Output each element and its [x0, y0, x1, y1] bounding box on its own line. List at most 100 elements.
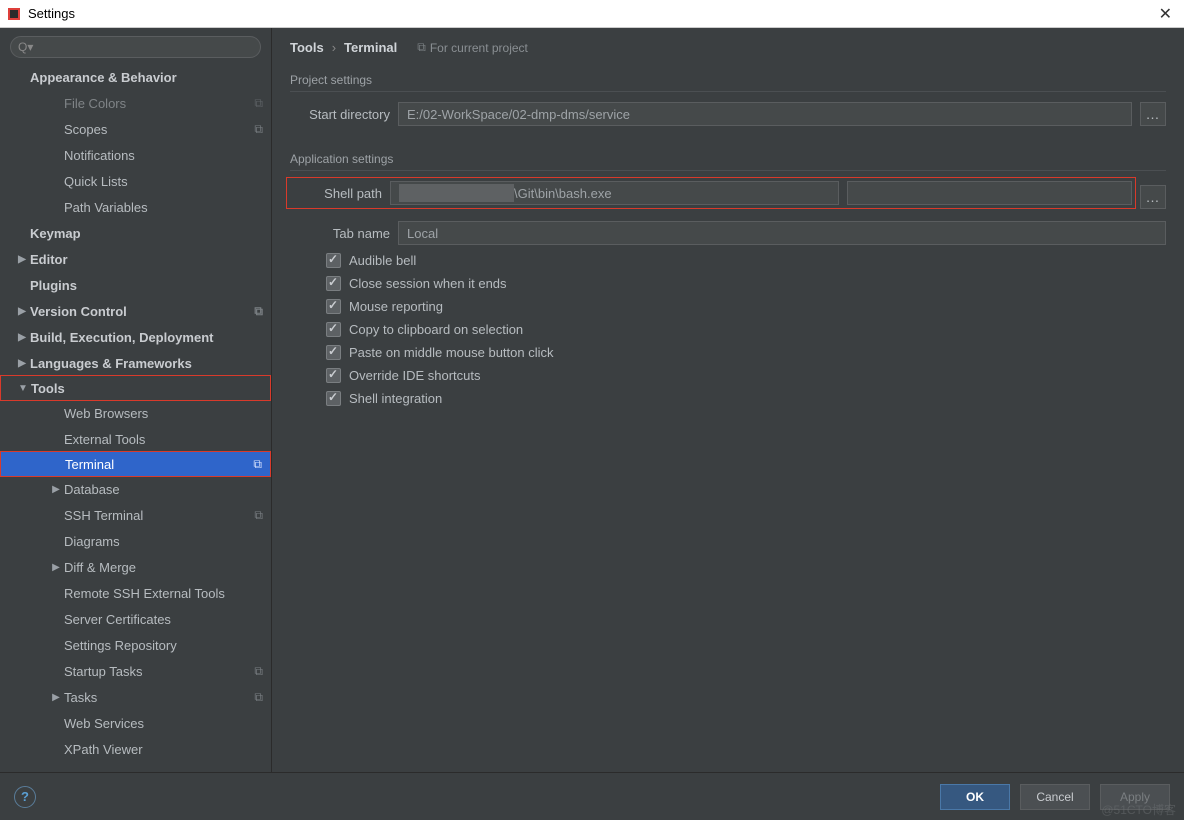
- sidebar-item-settings-repository[interactable]: Settings Repository: [0, 632, 271, 658]
- sidebar-item-plugins[interactable]: Plugins: [0, 272, 271, 298]
- tree-arrow-icon: ▶: [16, 254, 28, 265]
- shell-path-input-tail[interactable]: [847, 181, 1132, 205]
- sidebar-item-terminal[interactable]: Terminal⧉: [0, 451, 271, 477]
- sidebar-item-ssh-terminal[interactable]: SSH Terminal⧉: [0, 502, 271, 528]
- checkbox-label: Audible bell: [349, 253, 416, 268]
- sidebar-item-file-colors[interactable]: File Colors⧉: [0, 90, 271, 116]
- search-icon: Q▾: [18, 40, 33, 54]
- sidebar-item-web-browsers[interactable]: Web Browsers: [0, 400, 271, 426]
- sidebar-item-label: Scopes: [64, 122, 250, 137]
- sidebar-item-tools[interactable]: ▼Tools: [0, 375, 271, 401]
- checkbox-input[interactable]: [326, 322, 341, 337]
- checkbox-input[interactable]: [326, 368, 341, 383]
- sidebar-item-label: Path Variables: [64, 200, 259, 215]
- sidebar-item-label: Diff & Merge: [64, 560, 259, 575]
- tab-name-input[interactable]: [398, 221, 1166, 245]
- browse-shell-path-button[interactable]: …: [1140, 185, 1166, 209]
- sidebar-item-languages-frameworks[interactable]: ▶Languages & Frameworks: [0, 350, 271, 376]
- checkbox-override-ide-shortcuts[interactable]: Override IDE shortcuts: [326, 368, 1166, 383]
- project-scope-icon: ⧉: [254, 508, 263, 523]
- sidebar-item-tasks[interactable]: ▶Tasks⧉: [0, 684, 271, 710]
- app-icon: [6, 6, 22, 22]
- shell-path-input[interactable]: \Git\bin\bash.exe: [390, 181, 839, 205]
- sidebar-item-diff-merge[interactable]: ▶Diff & Merge: [0, 554, 271, 580]
- project-scope-icon: ⧉: [254, 664, 263, 679]
- shell-path-label: Shell path: [290, 186, 382, 201]
- sidebar-item-label: Server Certificates: [64, 612, 259, 627]
- sidebar-item-xpath-viewer[interactable]: XPath Viewer: [0, 736, 271, 762]
- checkbox-close-session-when-it-ends[interactable]: Close session when it ends: [326, 276, 1166, 291]
- checkbox-audible-bell[interactable]: Audible bell: [326, 253, 1166, 268]
- search-input[interactable]: [10, 36, 261, 58]
- shell-path-row-highlight: Shell path \Git\bin\bash.exe: [286, 177, 1136, 209]
- tree-arrow-icon: ▶: [50, 484, 62, 495]
- section-application-settings: Application settings: [290, 152, 1166, 171]
- sidebar-item-web-services[interactable]: Web Services: [0, 710, 271, 736]
- checkbox-input[interactable]: [326, 253, 341, 268]
- sidebar-item-path-variables[interactable]: Path Variables: [0, 194, 271, 220]
- sidebar-item-quick-lists[interactable]: Quick Lists: [0, 168, 271, 194]
- cancel-button[interactable]: Cancel: [1020, 784, 1090, 810]
- sidebar-item-label: Settings Repository: [64, 638, 259, 653]
- close-icon[interactable]: ✕: [1153, 4, 1178, 24]
- tree-arrow-icon: ▶: [50, 562, 62, 573]
- sidebar-item-external-tools[interactable]: External Tools: [0, 426, 271, 452]
- start-directory-label: Start directory: [290, 107, 390, 122]
- dialog-footer: ? OK Cancel Apply @51CTO博客: [0, 772, 1184, 820]
- sidebar-item-label: Languages & Frameworks: [30, 356, 259, 371]
- tree-arrow-icon: ▶: [16, 358, 28, 369]
- breadcrumb-leaf: Terminal: [344, 40, 397, 55]
- breadcrumb-sep: ›: [332, 40, 336, 55]
- sidebar-item-server-certificates[interactable]: Server Certificates: [0, 606, 271, 632]
- tab-name-label: Tab name: [290, 226, 390, 241]
- sidebar-item-label: Plugins: [30, 278, 259, 293]
- section-project-settings: Project settings: [290, 73, 1166, 92]
- checkbox-copy-to-clipboard-on-selection[interactable]: Copy to clipboard on selection: [326, 322, 1166, 337]
- breadcrumb-root: Tools: [290, 40, 324, 55]
- sidebar-item-database[interactable]: ▶Database: [0, 476, 271, 502]
- checkbox-shell-integration[interactable]: Shell integration: [326, 391, 1166, 406]
- checkbox-input[interactable]: [326, 391, 341, 406]
- checkbox-paste-on-middle-mouse-button-click[interactable]: Paste on middle mouse button click: [326, 345, 1166, 360]
- browse-start-directory-button[interactable]: …: [1140, 102, 1166, 126]
- shell-path-suffix: \Git\bin\bash.exe: [514, 186, 612, 201]
- for-project-text: For current project: [430, 41, 528, 55]
- checkbox-input[interactable]: [326, 345, 341, 360]
- sidebar-item-keymap[interactable]: Keymap: [0, 220, 271, 246]
- sidebar-item-editor[interactable]: ▶Editor: [0, 246, 271, 272]
- sidebar-item-label: Editor: [30, 252, 259, 267]
- sidebar-item-notifications[interactable]: Notifications: [0, 142, 271, 168]
- sidebar-item-label: Startup Tasks: [64, 664, 250, 679]
- sidebar-item-label: Appearance & Behavior: [30, 70, 259, 85]
- ok-button[interactable]: OK: [940, 784, 1010, 810]
- sidebar-item-scopes[interactable]: Scopes ⧉: [0, 116, 271, 142]
- help-button[interactable]: ?: [14, 786, 36, 808]
- checkbox-label: Copy to clipboard on selection: [349, 322, 523, 337]
- checkbox-mouse-reporting[interactable]: Mouse reporting: [326, 299, 1166, 314]
- sidebar-item-startup-tasks[interactable]: Startup Tasks ⧉: [0, 658, 271, 684]
- sidebar-item-build-execution-deployment[interactable]: ▶Build, Execution, Deployment: [0, 324, 271, 350]
- sidebar-item-label: Web Services: [64, 716, 259, 731]
- sidebar-item-remote-ssh-external-tools[interactable]: Remote SSH External Tools: [0, 580, 271, 606]
- sidebar-item-version-control[interactable]: ▶Version Control⧉: [0, 298, 271, 324]
- apply-button[interactable]: Apply: [1100, 784, 1170, 810]
- sidebar-item-label: Terminal: [65, 457, 249, 472]
- tree-arrow-icon: ▶: [16, 332, 28, 343]
- sidebar-item-label: Web Browsers: [64, 406, 259, 421]
- tree-arrow-icon: ▶: [50, 692, 62, 703]
- project-scope-icon: ⧉: [254, 122, 263, 137]
- checkbox-input[interactable]: [326, 299, 341, 314]
- sidebar-item-label: Notifications: [64, 148, 259, 163]
- checkbox-input[interactable]: [326, 276, 341, 291]
- project-scope-icon: ⧉: [254, 690, 263, 705]
- checkbox-label: Close session when it ends: [349, 276, 507, 291]
- sidebar-item-label: Build, Execution, Deployment: [30, 330, 259, 345]
- sidebar-item-appearance-behavior[interactable]: Appearance & Behavior: [0, 64, 271, 90]
- window-title: Settings: [28, 6, 75, 21]
- sidebar-item-diagrams[interactable]: Diagrams: [0, 528, 271, 554]
- settings-tree[interactable]: Appearance & Behavior File Colors⧉ Scopes ⧉…: [0, 64, 271, 772]
- sidebar-item-label: Keymap: [30, 226, 259, 241]
- sidebar: Q▾ Appearance & BehaviorFile Colors⧉Scop…: [0, 28, 272, 772]
- start-directory-input[interactable]: [398, 102, 1132, 126]
- checkbox-label: Mouse reporting: [349, 299, 443, 314]
